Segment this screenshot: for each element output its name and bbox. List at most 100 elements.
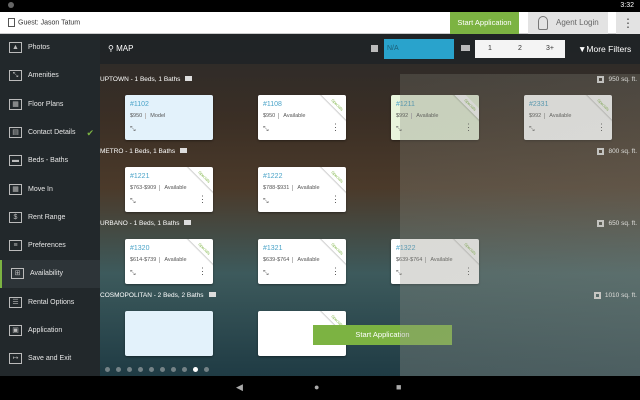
sidebar-item-preferences[interactable]: ≡ Preferences	[0, 232, 100, 260]
sidebar-item-label: Move In	[28, 185, 53, 193]
page-dot[interactable]	[105, 367, 110, 372]
sidebar-item-save-and-exit[interactable]: ↦ Save and Exit	[0, 345, 100, 373]
floorplan-section-header: COSMOPOLITAN - 2 Beds, 2 Baths 1010 sq. f…	[100, 292, 640, 299]
sqft-value: 950 sq. ft.	[608, 76, 637, 84]
sidebar-item-availability[interactable]: ⊞ Availability	[0, 260, 100, 289]
floorplan-section-header: URBANO - 1 Beds, 1 Baths 650 sq. ft.	[100, 220, 640, 227]
expand-icon[interactable]: ⤡	[130, 270, 136, 278]
more-options-icon[interactable]: ⋮	[198, 195, 207, 204]
area-icon	[597, 148, 605, 155]
unit-card[interactable]: #1102 $950 Model ⤡	[125, 95, 213, 140]
page-dot[interactable]	[204, 367, 209, 372]
sqft-label: 1010 sq. ft.	[593, 292, 637, 300]
page-dot[interactable]	[182, 367, 187, 372]
person-icon	[538, 16, 548, 30]
camera-icon[interactable]	[184, 220, 192, 225]
expand-icon: ⤡	[9, 70, 22, 82]
unit-info: $992 Available	[529, 113, 572, 119]
camera-icon[interactable]	[185, 76, 193, 81]
more-options-icon[interactable]: ⋮	[597, 123, 606, 132]
sidebar-item-move-in[interactable]: ▦ Move In	[0, 176, 100, 204]
beds-option-2[interactable]: 2	[505, 40, 535, 58]
expand-icon[interactable]: ⤡	[529, 126, 535, 134]
unit-status: Available	[159, 257, 187, 263]
page-dot[interactable]	[160, 367, 165, 372]
map-button[interactable]: ⚲ MAP	[108, 44, 133, 53]
expand-icon[interactable]: ⤡	[263, 270, 269, 278]
unit-price: $992	[396, 113, 409, 119]
overflow-menu-icon[interactable]: ⋮	[616, 12, 640, 34]
unit-status: Available	[159, 185, 187, 191]
page-dot[interactable]	[149, 367, 154, 372]
more-options-icon[interactable]: ⋮	[198, 267, 207, 276]
sidebar-item-label: Photos	[28, 44, 50, 51]
sidebar-item-label: Application	[28, 327, 63, 334]
expand-icon[interactable]: ⤡	[396, 270, 402, 278]
expand-icon[interactable]: ⤡	[396, 126, 402, 134]
sidebar-item-rental-options[interactable]: ☰ Rental Options	[0, 289, 100, 317]
specials-ribbon: Specials	[318, 167, 346, 196]
expand-icon[interactable]: ⤡	[130, 198, 136, 206]
recents-icon[interactable]: ■	[396, 382, 401, 392]
page-dot[interactable]	[127, 367, 132, 372]
sidebar-item-beds-baths[interactable]: ▬ Beds - Baths	[0, 147, 100, 175]
application-icon: ▣	[9, 325, 22, 336]
unit-status: Available	[425, 257, 453, 263]
map-pin-icon: ⚲	[108, 44, 117, 53]
camera-icon[interactable]	[208, 292, 216, 297]
area-icon	[597, 76, 605, 83]
home-icon[interactable]: ●	[314, 382, 319, 392]
beds-option-3plus[interactable]: 3+	[535, 40, 565, 58]
unit-card[interactable]: Specials #1222 $788-$931 Available ⤡ ⋮	[258, 167, 346, 212]
page-dot[interactable]	[138, 367, 143, 372]
page-dot[interactable]	[193, 367, 198, 372]
unit-info: $950 Available	[263, 113, 306, 119]
more-options-icon[interactable]: ⋮	[464, 123, 473, 132]
expand-icon[interactable]: ⤡	[130, 126, 136, 134]
agent-login-button[interactable]: Agent Login	[528, 12, 608, 34]
floorplan-title: UPTOWN - 1 Beds, 1 Baths	[100, 76, 181, 83]
floorplan-title: COSMOPOLITAN - 2 Beds, 2 Baths	[100, 292, 204, 299]
clock: 3:32	[620, 2, 634, 9]
sidebar-item-amenities[interactable]: ⤡ Amenities	[0, 62, 100, 90]
unit-card[interactable]: Specials #1211 $992 Available ⤡ ⋮	[391, 95, 479, 140]
unit-status: Model	[145, 113, 166, 119]
sidebar-item-photos[interactable]: ▲ Photos	[0, 34, 100, 62]
start-application-button[interactable]: Start Application	[450, 12, 519, 34]
sidebar-item-rent-range[interactable]: $ Rent Range	[0, 204, 100, 232]
sqft-value: 1010 sq. ft.	[604, 292, 637, 300]
move-in-date-field[interactable]: N/A	[384, 39, 454, 59]
sidebar-item-application[interactable]: ▣ Application	[0, 317, 100, 345]
sidebar-item-contact-details[interactable]: ▤ Contact Details ✔	[0, 119, 100, 147]
more-options-icon[interactable]: ⋮	[331, 123, 340, 132]
unit-price: $763-$909	[130, 185, 157, 191]
more-options-icon[interactable]: ⋮	[331, 267, 340, 276]
unit-card[interactable]: Specials #2331 $992 Available ⤡ ⋮	[524, 95, 612, 140]
back-icon[interactable]: ◀	[236, 382, 243, 393]
page-dot[interactable]	[116, 367, 121, 372]
unit-card[interactable]: Specials #1320 $614-$739 Available ⤡ ⋮	[125, 239, 213, 284]
sidebar-item-floor-plans[interactable]: ▦ Floor Plans	[0, 91, 100, 119]
expand-icon[interactable]: ⤡	[263, 198, 269, 206]
unit-card[interactable]: Specials #1221 $763-$909 Available ⤡ ⋮	[125, 167, 213, 212]
beds-option-1[interactable]: 1	[475, 40, 505, 58]
camera-icon[interactable]	[180, 148, 188, 153]
unit-card[interactable]: Specials #1322 $639-$764 Available ⤡ ⋮	[391, 239, 479, 284]
unit-info: $763-$909 Available	[130, 185, 187, 191]
unit-info: $639-$764 Available	[396, 257, 453, 263]
more-filters-button[interactable]: ▼More Filters	[578, 44, 631, 54]
sqft-value: 800 sq. ft.	[608, 148, 637, 156]
more-options-icon[interactable]: ⋮	[464, 267, 473, 276]
expand-icon[interactable]: ⤡	[263, 126, 269, 134]
page-dot[interactable]	[171, 367, 176, 372]
unit-card[interactable]: Specials #1321 $639-$764 Available ⤡ ⋮	[258, 239, 346, 284]
area-icon	[593, 292, 601, 299]
area-icon	[597, 220, 605, 227]
unit-number: #1320	[130, 245, 150, 252]
unit-status: Available	[292, 257, 320, 263]
start-application-bottom-button[interactable]: Start Application	[313, 325, 452, 345]
unit-card[interactable]: Specials #1108 $950 Available ⤡ ⋮	[258, 95, 346, 140]
unit-number: #2331	[529, 101, 549, 108]
more-options-icon[interactable]: ⋮	[331, 195, 340, 204]
unit-card[interactable]	[125, 311, 213, 356]
